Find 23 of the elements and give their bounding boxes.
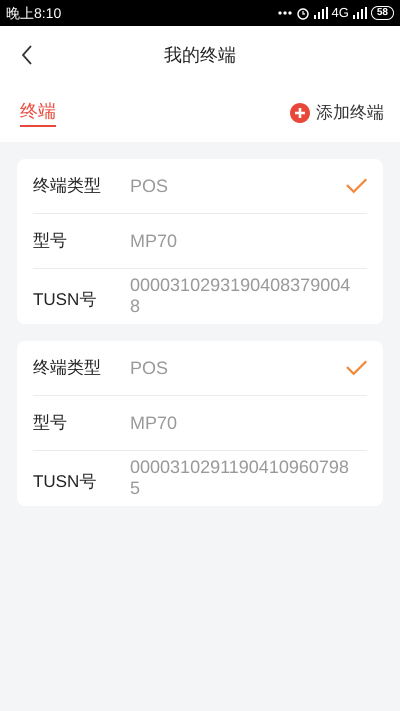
more-dots-icon	[278, 11, 292, 15]
field-value: MP70	[130, 412, 178, 434]
field-value: 00003102911904109607985	[130, 457, 350, 499]
signal-icon	[314, 7, 328, 19]
status-time: 晚上8:10	[6, 4, 62, 22]
signal-icon	[352, 7, 367, 19]
alarm-icon	[296, 6, 310, 20]
field-label: 型号	[33, 412, 68, 434]
plus-icon	[290, 103, 310, 123]
field-label: 终端类型	[33, 357, 102, 380]
network-label: 4G	[332, 4, 349, 22]
field-label: 型号	[33, 230, 68, 252]
field-value: POS	[130, 176, 170, 196]
field-value: MP70	[130, 230, 178, 252]
field-value: POS	[130, 358, 170, 378]
battery-level: 58	[370, 6, 394, 20]
field-label: TUSN号	[33, 289, 98, 311]
field-value: 00003102931904083790048	[130, 275, 352, 317]
add-terminal-button[interactable]: 添加终端	[290, 100, 384, 126]
field-label: TUSN号	[33, 471, 98, 493]
tab[interactable]: 终端	[20, 99, 56, 127]
page-title: 我的终端	[164, 44, 236, 66]
field-label: 终端类型	[33, 175, 102, 198]
